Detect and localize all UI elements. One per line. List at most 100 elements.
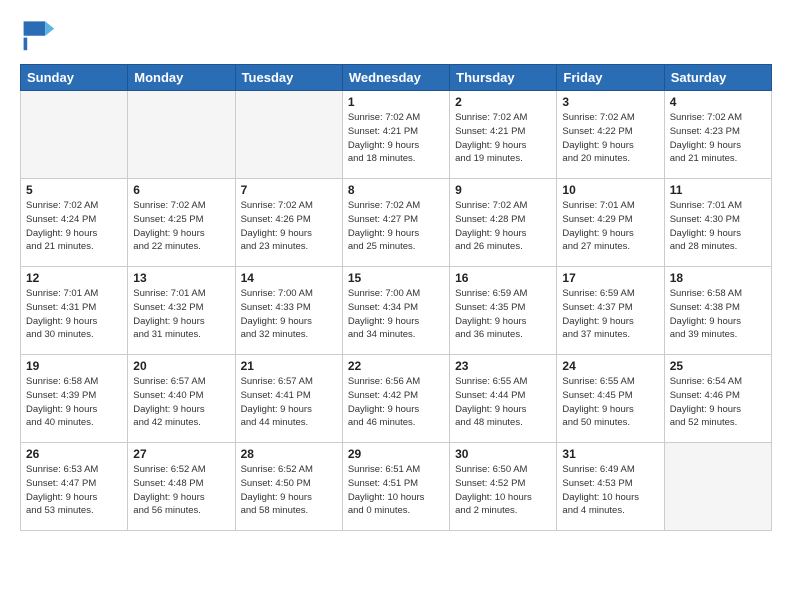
day-number: 24 <box>562 359 658 373</box>
calendar-header-row: SundayMondayTuesdayWednesdayThursdayFrid… <box>21 65 772 91</box>
day-number: 4 <box>670 95 766 109</box>
cell-info: Sunrise: 6:59 AM Sunset: 4:35 PM Dayligh… <box>455 287 551 342</box>
calendar-cell: 24 Sunrise: 6:55 AM Sunset: 4:45 PM Dayli… <box>557 355 664 443</box>
day-number: 9 <box>455 183 551 197</box>
calendar-cell: 16 Sunrise: 6:59 AM Sunset: 4:35 PM Dayli… <box>450 267 557 355</box>
cell-info: Sunrise: 6:58 AM Sunset: 4:38 PM Dayligh… <box>670 287 766 342</box>
day-number: 6 <box>133 183 229 197</box>
day-number: 22 <box>348 359 444 373</box>
day-number: 14 <box>241 271 337 285</box>
day-number: 16 <box>455 271 551 285</box>
day-number: 11 <box>670 183 766 197</box>
calendar-header-sunday: Sunday <box>21 65 128 91</box>
day-number: 19 <box>26 359 122 373</box>
day-number: 23 <box>455 359 551 373</box>
calendar-header-saturday: Saturday <box>664 65 771 91</box>
cell-info: Sunrise: 7:02 AM Sunset: 4:26 PM Dayligh… <box>241 199 337 254</box>
day-number: 2 <box>455 95 551 109</box>
calendar-cell: 4 Sunrise: 7:02 AM Sunset: 4:23 PM Daylig… <box>664 91 771 179</box>
cell-info: Sunrise: 7:00 AM Sunset: 4:33 PM Dayligh… <box>241 287 337 342</box>
calendar-cell: 26 Sunrise: 6:53 AM Sunset: 4:47 PM Dayli… <box>21 443 128 531</box>
day-number: 1 <box>348 95 444 109</box>
calendar-header-friday: Friday <box>557 65 664 91</box>
cell-info: Sunrise: 7:02 AM Sunset: 4:27 PM Dayligh… <box>348 199 444 254</box>
calendar-cell <box>21 91 128 179</box>
day-number: 12 <box>26 271 122 285</box>
calendar-week-1: 1 Sunrise: 7:02 AM Sunset: 4:21 PM Daylig… <box>21 91 772 179</box>
cell-info: Sunrise: 7:02 AM Sunset: 4:28 PM Dayligh… <box>455 199 551 254</box>
cell-info: Sunrise: 6:58 AM Sunset: 4:39 PM Dayligh… <box>26 375 122 430</box>
day-number: 15 <box>348 271 444 285</box>
cell-info: Sunrise: 7:02 AM Sunset: 4:24 PM Dayligh… <box>26 199 122 254</box>
day-number: 13 <box>133 271 229 285</box>
cell-info: Sunrise: 6:55 AM Sunset: 4:44 PM Dayligh… <box>455 375 551 430</box>
calendar-cell: 17 Sunrise: 6:59 AM Sunset: 4:37 PM Dayli… <box>557 267 664 355</box>
calendar-cell: 31 Sunrise: 6:49 AM Sunset: 4:53 PM Dayli… <box>557 443 664 531</box>
calendar-cell: 28 Sunrise: 6:52 AM Sunset: 4:50 PM Dayli… <box>235 443 342 531</box>
cell-info: Sunrise: 7:02 AM Sunset: 4:21 PM Dayligh… <box>348 111 444 166</box>
day-number: 27 <box>133 447 229 461</box>
day-number: 18 <box>670 271 766 285</box>
day-number: 17 <box>562 271 658 285</box>
day-number: 5 <box>26 183 122 197</box>
calendar-cell: 19 Sunrise: 6:58 AM Sunset: 4:39 PM Dayli… <box>21 355 128 443</box>
calendar: SundayMondayTuesdayWednesdayThursdayFrid… <box>20 64 772 531</box>
calendar-cell: 13Sunrise: 7:01 AM Sunset: 4:32 PM Dayli… <box>128 267 235 355</box>
calendar-header-tuesday: Tuesday <box>235 65 342 91</box>
calendar-week-3: 12 Sunrise: 7:01 AM Sunset: 4:31 PM Dayli… <box>21 267 772 355</box>
page: SundayMondayTuesdayWednesdayThursdayFrid… <box>0 0 792 547</box>
cell-info: Sunrise: 6:52 AM Sunset: 4:50 PM Dayligh… <box>241 463 337 518</box>
logo <box>20 16 62 52</box>
calendar-week-4: 19 Sunrise: 6:58 AM Sunset: 4:39 PM Dayli… <box>21 355 772 443</box>
day-number: 3 <box>562 95 658 109</box>
calendar-cell: 11 Sunrise: 7:01 AM Sunset: 4:30 PM Dayli… <box>664 179 771 267</box>
cell-info: Sunrise: 6:59 AM Sunset: 4:37 PM Dayligh… <box>562 287 658 342</box>
calendar-cell: 18 Sunrise: 6:58 AM Sunset: 4:38 PM Dayli… <box>664 267 771 355</box>
cell-info: Sunrise: 6:49 AM Sunset: 4:53 PM Dayligh… <box>562 463 658 518</box>
calendar-header-wednesday: Wednesday <box>342 65 449 91</box>
calendar-cell: 23 Sunrise: 6:55 AM Sunset: 4:44 PM Dayli… <box>450 355 557 443</box>
cell-info: Sunrise: 6:55 AM Sunset: 4:45 PM Dayligh… <box>562 375 658 430</box>
calendar-cell <box>235 91 342 179</box>
cell-info: Sunrise: 6:56 AM Sunset: 4:42 PM Dayligh… <box>348 375 444 430</box>
logo-icon <box>20 16 56 52</box>
calendar-cell: 12 Sunrise: 7:01 AM Sunset: 4:31 PM Dayli… <box>21 267 128 355</box>
calendar-cell: 3Sunrise: 7:02 AM Sunset: 4:22 PM Daylig… <box>557 91 664 179</box>
calendar-cell: 20Sunrise: 6:57 AM Sunset: 4:40 PM Dayli… <box>128 355 235 443</box>
calendar-cell: 21Sunrise: 6:57 AM Sunset: 4:41 PM Dayli… <box>235 355 342 443</box>
calendar-cell: 25Sunrise: 6:54 AM Sunset: 4:46 PM Dayli… <box>664 355 771 443</box>
cell-info: Sunrise: 7:00 AM Sunset: 4:34 PM Dayligh… <box>348 287 444 342</box>
day-number: 25 <box>670 359 766 373</box>
cell-info: Sunrise: 6:53 AM Sunset: 4:47 PM Dayligh… <box>26 463 122 518</box>
header <box>20 16 772 52</box>
cell-info: Sunrise: 7:02 AM Sunset: 4:21 PM Dayligh… <box>455 111 551 166</box>
day-number: 26 <box>26 447 122 461</box>
calendar-cell: 27 Sunrise: 6:52 AM Sunset: 4:48 PM Dayli… <box>128 443 235 531</box>
calendar-cell: 8 Sunrise: 7:02 AM Sunset: 4:27 PM Daylig… <box>342 179 449 267</box>
day-number: 8 <box>348 183 444 197</box>
day-number: 30 <box>455 447 551 461</box>
cell-info: Sunrise: 6:51 AM Sunset: 4:51 PM Dayligh… <box>348 463 444 518</box>
cell-info: Sunrise: 7:02 AM Sunset: 4:25 PM Dayligh… <box>133 199 229 254</box>
cell-info: Sunrise: 7:01 AM Sunset: 4:31 PM Dayligh… <box>26 287 122 342</box>
calendar-cell <box>128 91 235 179</box>
calendar-cell: 22 Sunrise: 6:56 AM Sunset: 4:42 PM Dayli… <box>342 355 449 443</box>
cell-info: Sunrise: 6:52 AM Sunset: 4:48 PM Dayligh… <box>133 463 229 518</box>
cell-info: Sunrise: 7:01 AM Sunset: 4:30 PM Dayligh… <box>670 199 766 254</box>
calendar-cell: 15 Sunrise: 7:00 AM Sunset: 4:34 PM Dayli… <box>342 267 449 355</box>
calendar-cell: 29 Sunrise: 6:51 AM Sunset: 4:51 PM Dayli… <box>342 443 449 531</box>
day-number: 10 <box>562 183 658 197</box>
calendar-header-thursday: Thursday <box>450 65 557 91</box>
calendar-week-5: 26 Sunrise: 6:53 AM Sunset: 4:47 PM Dayli… <box>21 443 772 531</box>
day-number: 28 <box>241 447 337 461</box>
calendar-cell: 5 Sunrise: 7:02 AM Sunset: 4:24 PM Daylig… <box>21 179 128 267</box>
day-number: 7 <box>241 183 337 197</box>
calendar-cell: 10Sunrise: 7:01 AM Sunset: 4:29 PM Dayli… <box>557 179 664 267</box>
calendar-cell: 1 Sunrise: 7:02 AM Sunset: 4:21 PM Daylig… <box>342 91 449 179</box>
cell-info: Sunrise: 7:02 AM Sunset: 4:23 PM Dayligh… <box>670 111 766 166</box>
day-number: 29 <box>348 447 444 461</box>
day-number: 20 <box>133 359 229 373</box>
cell-info: Sunrise: 6:57 AM Sunset: 4:41 PM Dayligh… <box>241 375 337 430</box>
day-number: 31 <box>562 447 658 461</box>
calendar-cell: 6 Sunrise: 7:02 AM Sunset: 4:25 PM Daylig… <box>128 179 235 267</box>
